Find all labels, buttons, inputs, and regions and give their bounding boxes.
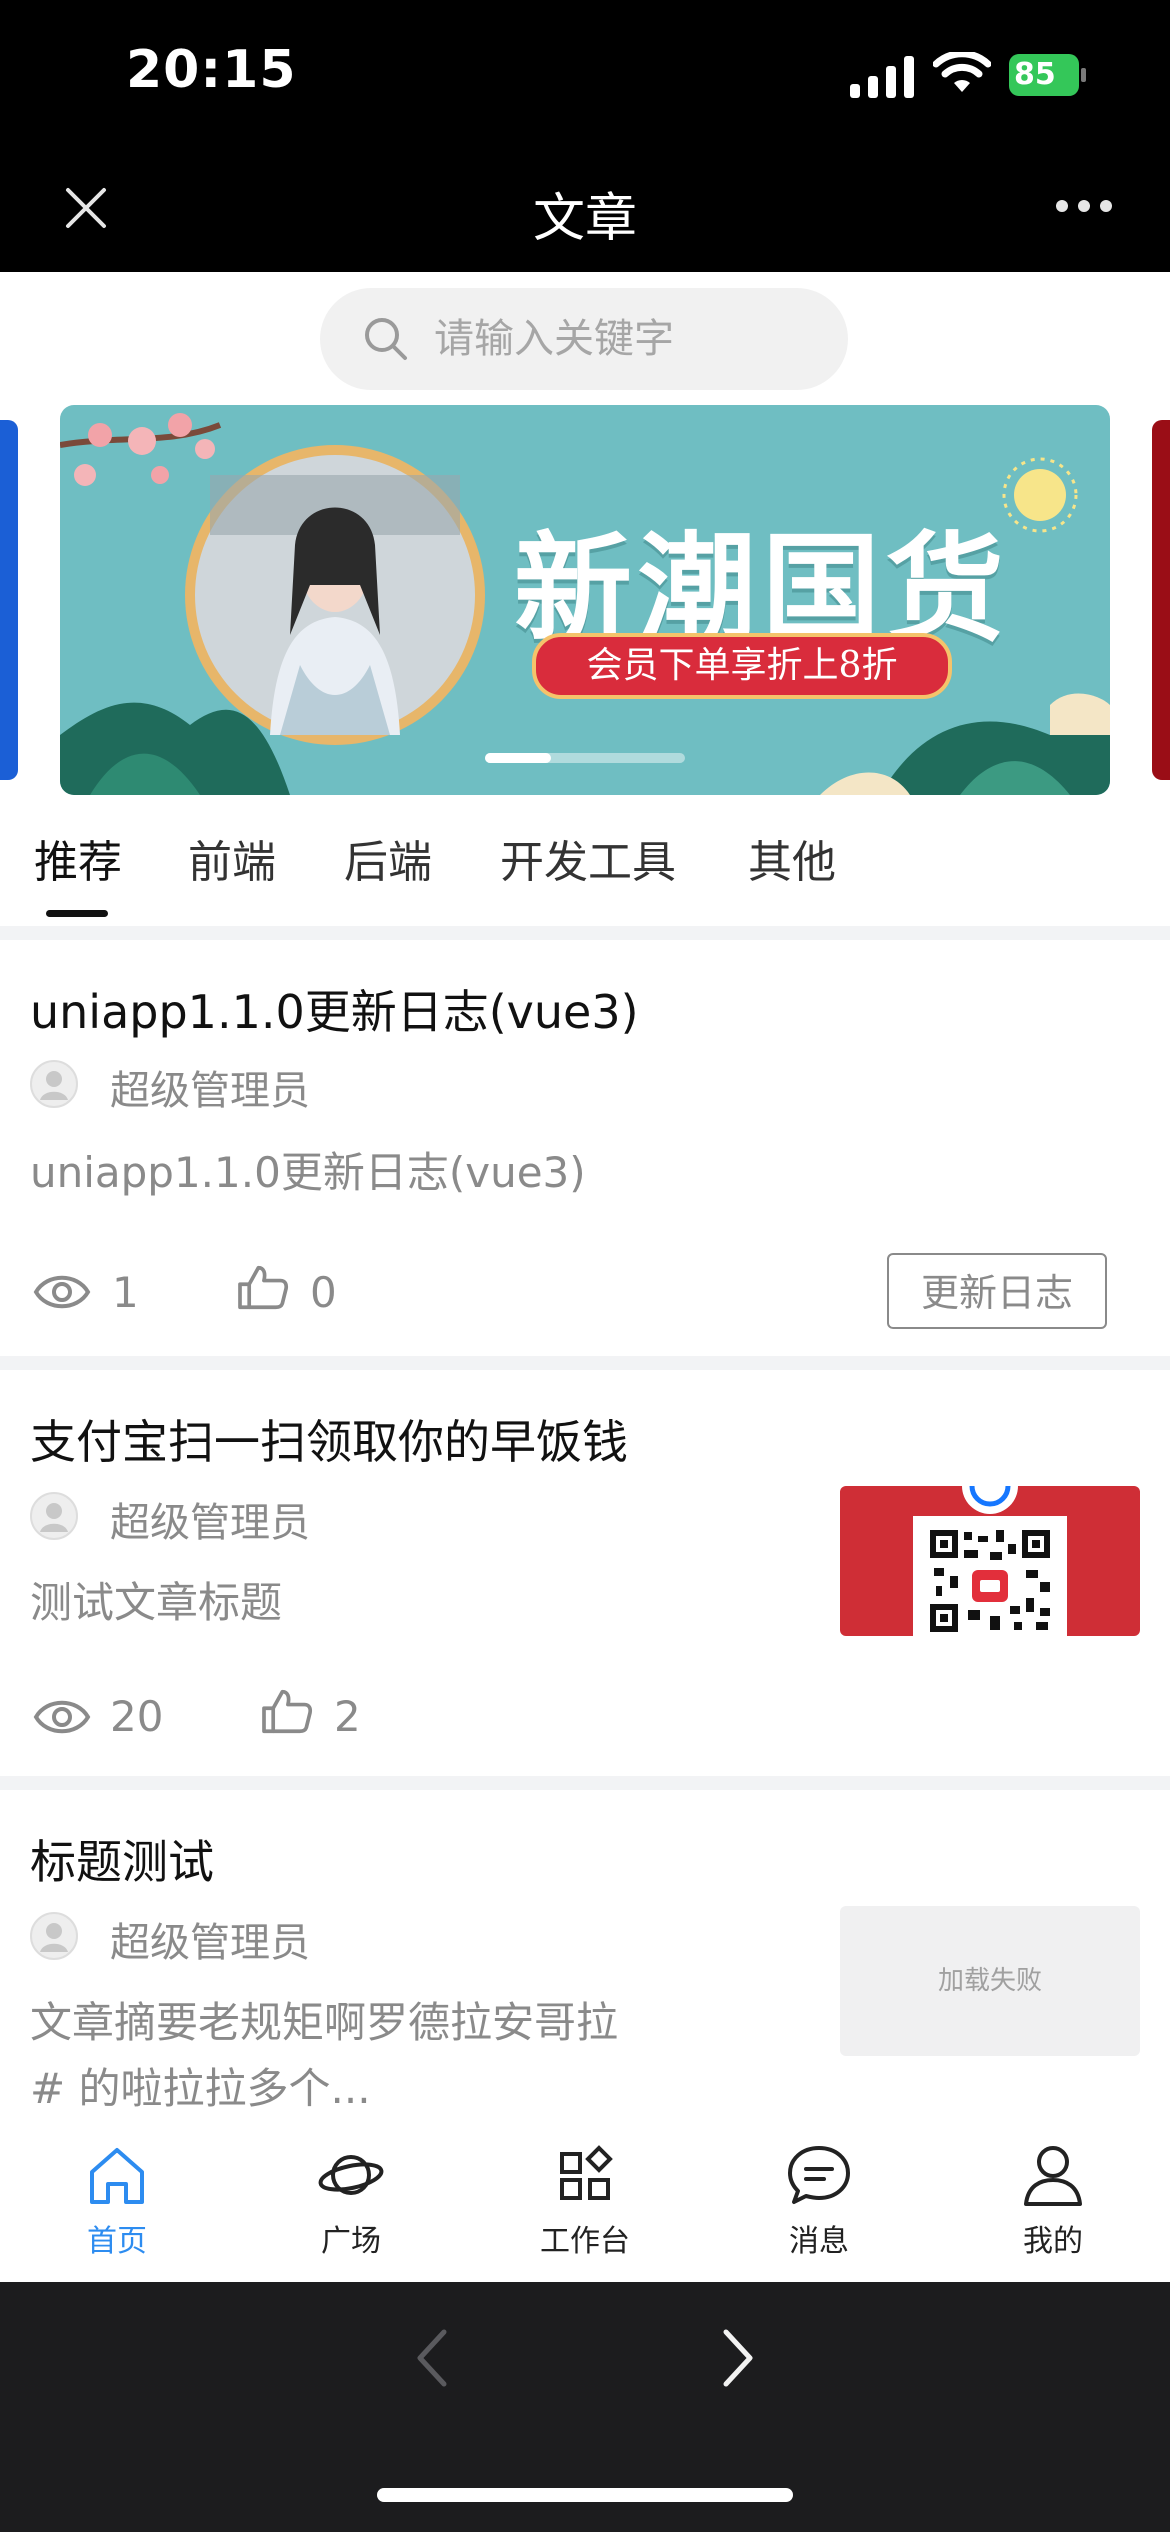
tab-dev-tools[interactable]: 开发工具	[500, 826, 676, 890]
back-arrow-icon[interactable]	[412, 2326, 452, 2390]
tab-active-indicator	[46, 910, 108, 917]
divider	[0, 1356, 1170, 1370]
tabbar-item-profile[interactable]: 我的	[988, 2142, 1118, 2272]
tabbar-item-square[interactable]: 广场	[286, 2142, 416, 2272]
banner-prev-slide[interactable]	[0, 420, 18, 780]
banner-carousel[interactable]: 新潮国货 会员下单享折上8折	[60, 405, 1110, 795]
article-summary: 测试文章标题	[30, 1578, 283, 1627]
cellular-signal-icon	[850, 56, 914, 98]
tabbar-item-messages[interactable]: 消息	[754, 2142, 884, 2272]
banner-next-slide[interactable]	[1152, 420, 1170, 780]
more-icon[interactable]	[1054, 196, 1114, 216]
banner-subtitle: 会员下单享折上8折	[532, 633, 952, 699]
search-input[interactable]	[434, 306, 814, 372]
tabbar-label: 首页	[87, 2224, 147, 2259]
avatar-icon	[30, 1492, 78, 1540]
like-count: 2	[334, 1692, 361, 1741]
article-summary-line-2: # 的啦拉拉多个...	[30, 2064, 371, 2113]
article-author: 超级管理员	[110, 1920, 310, 1966]
battery-level: 85	[1014, 57, 1056, 92]
home-indicator	[377, 2488, 793, 2502]
tabbar-item-home[interactable]: 首页	[52, 2142, 182, 2272]
tabbar-label: 工作台	[540, 2224, 630, 2259]
page-title: 文章	[532, 189, 637, 249]
message-icon	[788, 2146, 850, 2204]
avatar-icon	[30, 1912, 78, 1960]
view-count: 1	[112, 1268, 139, 1317]
qr-code-image	[913, 1486, 1067, 1636]
eye-icon	[33, 1700, 91, 1734]
tab-frontend[interactable]: 前端	[188, 826, 276, 890]
eye-icon	[33, 1275, 91, 1309]
tabbar-label: 我的	[1023, 2224, 1083, 2259]
tab-backend[interactable]: 后端	[344, 826, 432, 890]
article-title[interactable]: 支付宝扫一扫领取你的早饭钱	[30, 1406, 628, 1472]
article-summary: uniapp1.1.0更新日志(vue3)	[30, 1148, 586, 1197]
category-tag-button[interactable]: 更新日志	[887, 1253, 1107, 1329]
wifi-icon	[933, 52, 991, 92]
article-thumbnail-failed[interactable]: 加载失败	[840, 1906, 1140, 2056]
like-icon[interactable]	[258, 1688, 316, 1734]
search-icon	[365, 318, 407, 360]
tabbar-item-workbench[interactable]: 工作台	[520, 2142, 650, 2272]
tab-other[interactable]: 其他	[748, 826, 836, 890]
article-thumbnail[interactable]	[840, 1486, 1140, 1636]
view-count: 20	[110, 1692, 164, 1741]
article-summary-line-1: 文章摘要老规矩啊罗德拉安哥拉	[30, 1998, 619, 2047]
like-count: 0	[310, 1268, 337, 1317]
home-icon	[90, 2148, 144, 2204]
divider	[0, 1776, 1170, 1790]
like-icon[interactable]	[234, 1264, 292, 1310]
status-time: 20:15	[126, 40, 297, 100]
article-title[interactable]: 标题测试	[30, 1826, 214, 1892]
article-title[interactable]: uniapp1.1.0更新日志(vue3)	[30, 976, 639, 1042]
article-author: 超级管理员	[110, 1068, 310, 1114]
tab-recommend[interactable]: 推荐	[34, 826, 122, 890]
forward-arrow-icon[interactable]	[718, 2326, 758, 2390]
planet-icon	[318, 2155, 384, 2195]
user-icon	[1024, 2146, 1082, 2206]
battery-indicator: 85	[1008, 53, 1088, 97]
tabbar-label: 消息	[789, 2224, 849, 2259]
avatar-icon	[30, 1060, 78, 1108]
carousel-indicator-active	[485, 753, 551, 763]
divider	[0, 926, 1170, 940]
tabbar-label: 广场	[321, 2224, 381, 2259]
article-author: 超级管理员	[110, 1500, 310, 1546]
workbench-icon	[560, 2145, 613, 2200]
